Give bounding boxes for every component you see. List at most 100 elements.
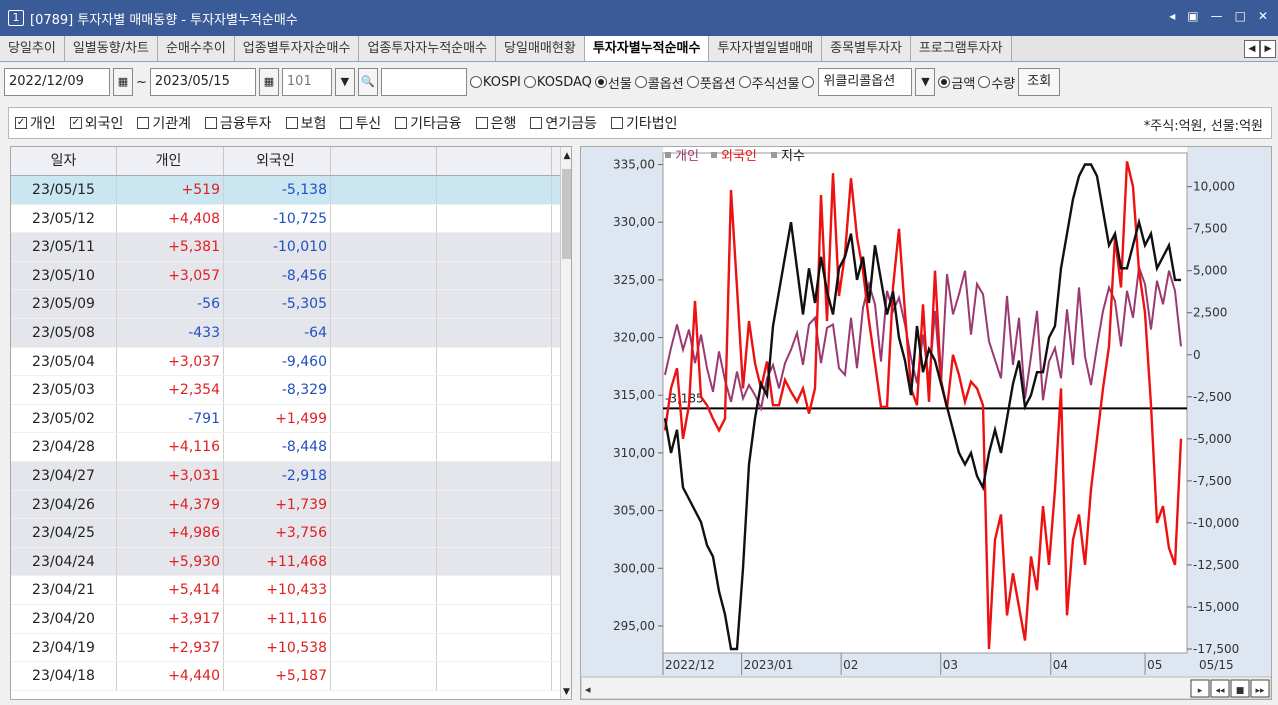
code-name-field[interactable] — [380, 68, 467, 96]
chart-horizontal-scrollbar[interactable] — [580, 676, 1272, 700]
tab-investor-cumulative-net-buy[interactable]: 투자자별누적순매수 — [584, 36, 710, 61]
check-other-corp[interactable]: 기타법인 — [610, 113, 678, 133]
table-row[interactable]: 23/05/04 +3,037 -9,460 — [11, 347, 571, 377]
radio-kospi[interactable]: KOSPI — [469, 75, 521, 90]
radio-put-option[interactable]: 풋옵션 — [686, 73, 736, 92]
start-calendar-icon[interactable]: ▦ — [113, 68, 133, 96]
scroll-up-icon[interactable]: ▲ — [561, 147, 571, 165]
table-row[interactable]: 23/04/25 +4,986 +3,756 — [11, 519, 571, 548]
radio-put-dot — [686, 76, 699, 88]
check-bank[interactable]: 은행 — [475, 113, 516, 133]
check-investment-trust[interactable]: 투신 — [340, 113, 381, 133]
screen-icon[interactable]: ▣ — [1187, 9, 1198, 23]
weekly-option-select[interactable]: 위클리콜옵션 — [818, 68, 913, 96]
table-row[interactable]: 23/04/24 +5,930 +11,468 — [11, 547, 571, 577]
check-foreigner[interactable]: ✓ 외국인 — [69, 113, 123, 133]
tab-stock-investor[interactable]: 종목별투자자 — [822, 36, 911, 61]
table-row[interactable]: 23/05/08 -433 -64 — [11, 318, 571, 348]
cell-empty — [331, 347, 437, 376]
right-tick-label: 5,000 — [1193, 264, 1227, 278]
radio-quantity[interactable]: 수량 — [978, 73, 1015, 92]
cell-empty — [331, 519, 437, 547]
scroll-thumb[interactable] — [562, 169, 571, 259]
table-row[interactable]: 23/05/15 +519 -5,138 — [11, 176, 571, 205]
table-row[interactable]: 23/05/10 +3,057 -8,456 — [11, 261, 571, 291]
start-date-input[interactable]: 2022/12/09 — [4, 68, 110, 96]
close-icon[interactable]: ✕ — [1258, 9, 1268, 23]
check-financial-investment[interactable]: 금융투자 — [205, 113, 272, 133]
check-individual[interactable]: ✓ 개인 — [15, 113, 56, 133]
tab-daily-chart[interactable]: 일별동향/차트 — [64, 36, 158, 61]
cell-date: 23/04/20 — [11, 604, 117, 633]
radio-quantity-label: 수량 — [991, 76, 1016, 92]
end-calendar-icon[interactable]: ▦ — [258, 68, 279, 96]
code-input[interactable]: 101 — [281, 68, 332, 96]
maximize-icon[interactable]: □ — [1235, 9, 1246, 23]
check-other-corp-label: 기타법인 — [625, 116, 678, 132]
tab-net-buy-trend[interactable]: 순매수추이 — [157, 36, 235, 61]
cell-date: 23/04/25 — [11, 519, 117, 547]
right-tick-label: 7,500 — [1193, 222, 1227, 236]
cell-foreigner: +1,739 — [224, 490, 331, 519]
search-button[interactable]: 조회 — [1018, 68, 1061, 96]
cell-foreigner: -5,138 — [224, 176, 331, 204]
cell-empty — [437, 290, 552, 318]
tab-scroll-right-icon[interactable]: ▶ — [1260, 40, 1276, 58]
table-row[interactable]: 23/05/09 -56 -5,305 — [11, 290, 571, 319]
end-date-input[interactable]: 2023/05/15 — [149, 68, 256, 96]
tab-program-investor[interactable]: 프로그램투자자 — [910, 36, 1012, 61]
tab-today-trading[interactable]: 당일매매현황 — [496, 36, 585, 61]
cell-empty — [437, 376, 552, 404]
radio-amount[interactable]: 금액 — [938, 73, 975, 92]
weekly-dropdown-icon[interactable]: ▼ — [915, 68, 936, 96]
cell-empty — [331, 662, 437, 690]
cell-date: 23/05/15 — [11, 176, 117, 204]
right-tick-label: -2,500 — [1193, 390, 1232, 404]
cell-empty — [331, 404, 437, 433]
table-row[interactable]: 23/05/12 +4,408 -10,725 — [11, 204, 571, 234]
col-foreigner[interactable]: 외국인 — [224, 147, 331, 175]
table-row[interactable]: 23/04/28 +4,116 -8,448 — [11, 433, 571, 462]
col-date[interactable]: 일자 — [11, 147, 117, 175]
table-row[interactable]: 23/04/21 +5,414 +10,433 — [11, 576, 571, 605]
check-bank-box — [475, 117, 488, 129]
cell-empty — [331, 547, 437, 576]
check-institution[interactable]: 기관계 — [137, 113, 191, 133]
tab-investor-daily-trading[interactable]: 투자자별일별매매 — [709, 36, 823, 61]
tab-daily-trend[interactable]: 당일추이 — [0, 36, 65, 61]
table-row[interactable]: 23/05/11 +5,381 -10,010 — [11, 233, 571, 262]
code-search-icon[interactable]: 🔍 — [357, 68, 378, 96]
tab-sector-investor-cumulative[interactable]: 업종투자자누적순매수 — [359, 36, 497, 61]
collapse-icon[interactable]: ◂ — [1169, 9, 1175, 23]
cell-foreigner: -10,010 — [224, 233, 331, 261]
tab-sector-investor-net-buy[interactable]: 업종별투자자순매수 — [234, 36, 360, 61]
right-tick-label: -5,000 — [1193, 432, 1232, 446]
radio-weekly[interactable] — [802, 76, 815, 88]
table-row[interactable]: 23/04/19 +2,937 +10,538 — [11, 633, 571, 663]
cell-empty — [331, 461, 437, 490]
table-vertical-scrollbar[interactable]: ▲ ▼ — [560, 147, 571, 699]
table-row[interactable]: 23/05/02 -791 +1,499 — [11, 404, 571, 434]
table-row[interactable]: 23/04/18 +4,440 +5,187 — [11, 662, 571, 691]
table-row[interactable]: 23/05/03 +2,354 -8,329 — [11, 376, 571, 405]
cell-empty — [437, 433, 552, 461]
tab-scroll-left-icon[interactable]: ◀ — [1244, 40, 1260, 58]
cell-empty — [331, 176, 437, 204]
check-other-finance[interactable]: 기타금융 — [395, 113, 462, 133]
radio-futures[interactable]: 선물 — [594, 73, 632, 92]
radio-stock-futures[interactable]: 주식선물 — [738, 73, 799, 92]
check-pension[interactable]: 연기금등 — [530, 113, 597, 133]
radio-call-dot — [634, 76, 647, 88]
check-insurance[interactable]: 보험 — [285, 113, 326, 133]
cell-date: 23/04/18 — [11, 662, 117, 690]
cell-foreigner: -8,448 — [224, 433, 331, 461]
code-dropdown-icon[interactable]: ▼ — [334, 68, 355, 96]
table-row[interactable]: 23/04/26 +4,379 +1,739 — [11, 490, 571, 520]
scroll-down-icon[interactable]: ▼ — [561, 683, 571, 699]
minimize-icon[interactable]: — — [1211, 9, 1223, 23]
radio-kosdaq[interactable]: KOSDAQ — [523, 75, 592, 90]
table-row[interactable]: 23/04/20 +3,917 +11,116 — [11, 604, 571, 634]
radio-call-option[interactable]: 콜옵션 — [634, 73, 684, 92]
col-individual[interactable]: 개인 — [117, 147, 224, 175]
table-row[interactable]: 23/04/27 +3,031 -2,918 — [11, 461, 571, 491]
